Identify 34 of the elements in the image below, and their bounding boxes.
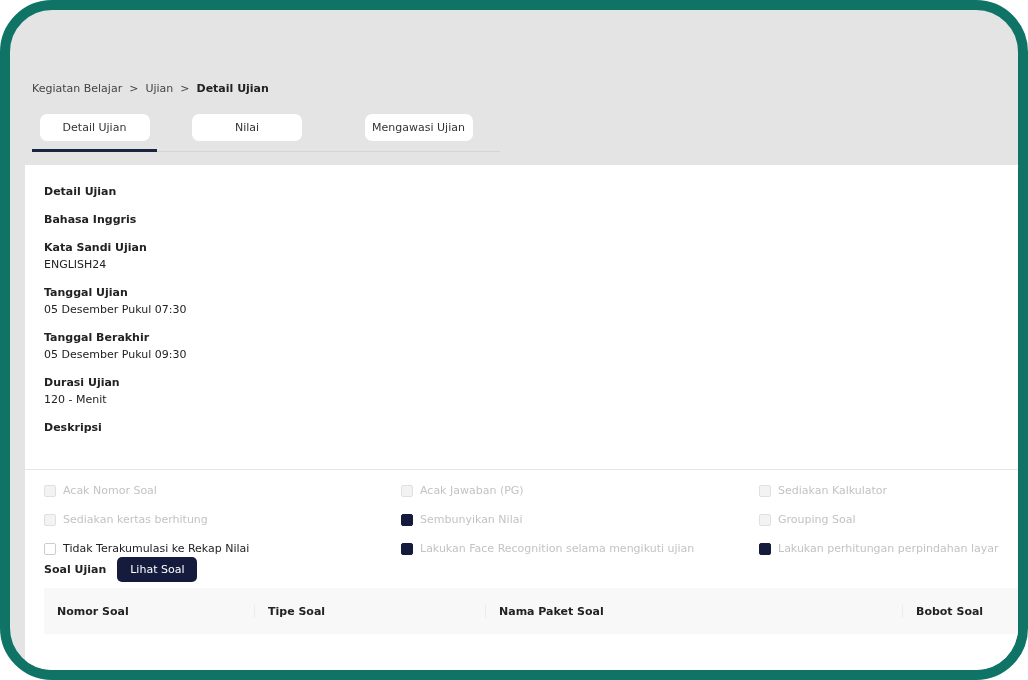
checkbox-label: Sembunyikan Nilai (420, 513, 523, 526)
field-label: Kata Sandi Ujian (44, 241, 148, 254)
field-value: 120 - Menit (44, 393, 108, 406)
field-label: Tanggal Berakhir (44, 331, 151, 344)
breadcrumb-item[interactable]: Ujian (145, 82, 174, 95)
view-questions-button[interactable]: Lihat Soal (117, 557, 198, 582)
checkbox-label: Lakukan Face Recognition selama mengikuti ujian (420, 542, 695, 555)
tab[interactable]: Nilai (192, 114, 302, 141)
column-header: Bobot Soal (916, 604, 984, 618)
subject-name: Bahasa Inggris (44, 213, 138, 226)
breadcrumb-separator: > (180, 82, 190, 95)
column-header: Nama Paket Soal (499, 604, 604, 618)
field-label: Durasi Ujian (44, 376, 121, 389)
checkbox-label: Grouping Soal (778, 513, 856, 526)
checkbox-label: Tidak Terakumulasi ke Rekap Nilai (63, 542, 250, 555)
checkbox-label: Acak Nomor Soal (63, 484, 157, 497)
field-value: ENGLISH24 (44, 258, 108, 271)
field-value: 05 Desember Pukul 07:30 (44, 303, 188, 316)
checkbox-label: Acak Jawaban (PG) (420, 484, 524, 497)
checkbox-label: Lakukan perhitungan perpindahan layar (778, 542, 999, 555)
field-value: 05 Desember Pukul 09:30 (44, 348, 188, 361)
column-header: Tipe Soal (268, 604, 326, 618)
breadcrumb-item[interactable]: Kegiatan Belajar (32, 82, 123, 95)
field-label: Deskripsi (44, 421, 103, 434)
tab[interactable]: Mengawasi Ujian (364, 114, 473, 141)
section-heading: Detail Ujian (44, 185, 118, 198)
breadcrumb-separator: > (129, 82, 139, 95)
column-header: Nomor Soal (57, 604, 129, 618)
section-title: Soal Ujian (44, 563, 107, 576)
field-label: Tanggal Ujian (44, 286, 129, 299)
checkbox-label: Sediakan kertas berhitung (63, 513, 208, 526)
checkbox-label: Sediakan Kalkulator (778, 484, 888, 497)
breadcrumb-item: Detail Ujian (196, 82, 269, 95)
tab[interactable]: Detail Ujian (39, 114, 150, 141)
